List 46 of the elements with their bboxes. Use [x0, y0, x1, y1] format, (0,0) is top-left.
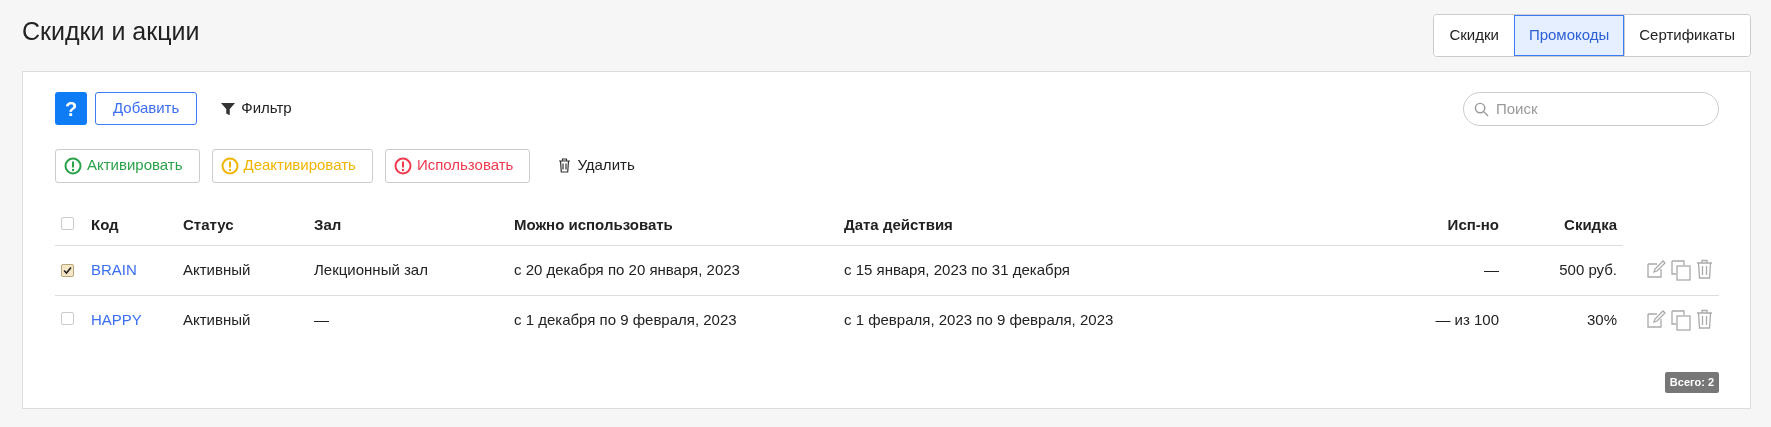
page-title: Скидки и акции [22, 16, 200, 46]
table-cell: с 20 декабря по 20 января, 2023 [514, 261, 740, 278]
column-header: Исп-но [1447, 215, 1499, 233]
table-cell: — [314, 310, 329, 328]
tab[interactable]: Промокоды [1513, 15, 1625, 56]
alert-icon [220, 156, 239, 175]
copy-icon[interactable] [1670, 308, 1692, 331]
table-cell: с 15 января, 2023 по 31 декабря [844, 261, 1070, 278]
table-cell: — из 100 [1435, 310, 1499, 328]
tab[interactable]: Сертификаты [1624, 15, 1750, 56]
promo-code-link[interactable]: HAPPY [91, 310, 142, 328]
select-all-checkbox[interactable] [61, 216, 74, 230]
trash-icon [558, 158, 572, 173]
action-button[interactable]: Активировать [55, 148, 200, 183]
row-checkbox[interactable] [61, 264, 74, 277]
table-cell: с 1 февраля, 2023 по 9 февраля, 2023 [844, 310, 1114, 328]
table-cell: — [1484, 261, 1499, 278]
total-count-badge: Всего: 2 [1664, 372, 1719, 393]
column-header: Зал [314, 215, 342, 233]
promo-code-link[interactable]: BRAIN [91, 261, 137, 278]
column-header: Скидка [1564, 215, 1617, 233]
trash-icon[interactable] [1696, 308, 1713, 329]
table-cell: с 1 декабря по 9 февраля, 2023 [514, 310, 737, 328]
table-cell: Активный [183, 310, 251, 328]
column-header: Можно использовать [514, 215, 673, 233]
search-field[interactable]: Поиск [1463, 91, 1719, 126]
delete-button[interactable]: Удалить [558, 154, 635, 177]
add-button[interactable]: Добавить [95, 92, 198, 125]
alert-icon [393, 156, 412, 175]
filter-button[interactable]: Фильтр [221, 97, 292, 120]
alert-icon [64, 156, 82, 175]
copy-icon[interactable] [1670, 259, 1692, 281]
table-cell: 30% [1586, 310, 1617, 328]
column-header: Код [91, 215, 119, 233]
column-header: Дата действия [844, 215, 953, 233]
edit-icon[interactable] [1646, 308, 1666, 329]
table-cell: Лекционный зал [314, 261, 428, 278]
row-checkbox[interactable] [61, 311, 74, 325]
edit-icon[interactable] [1646, 259, 1666, 279]
help-button[interactable]: ? [55, 92, 87, 125]
column-header: Статус [183, 215, 234, 233]
action-button[interactable]: Использовать [384, 148, 531, 183]
filter-icon [221, 101, 236, 116]
table-cell: 500 руб. [1559, 261, 1617, 278]
table-cell: Активный [183, 261, 251, 278]
trash-icon[interactable] [1696, 259, 1713, 279]
